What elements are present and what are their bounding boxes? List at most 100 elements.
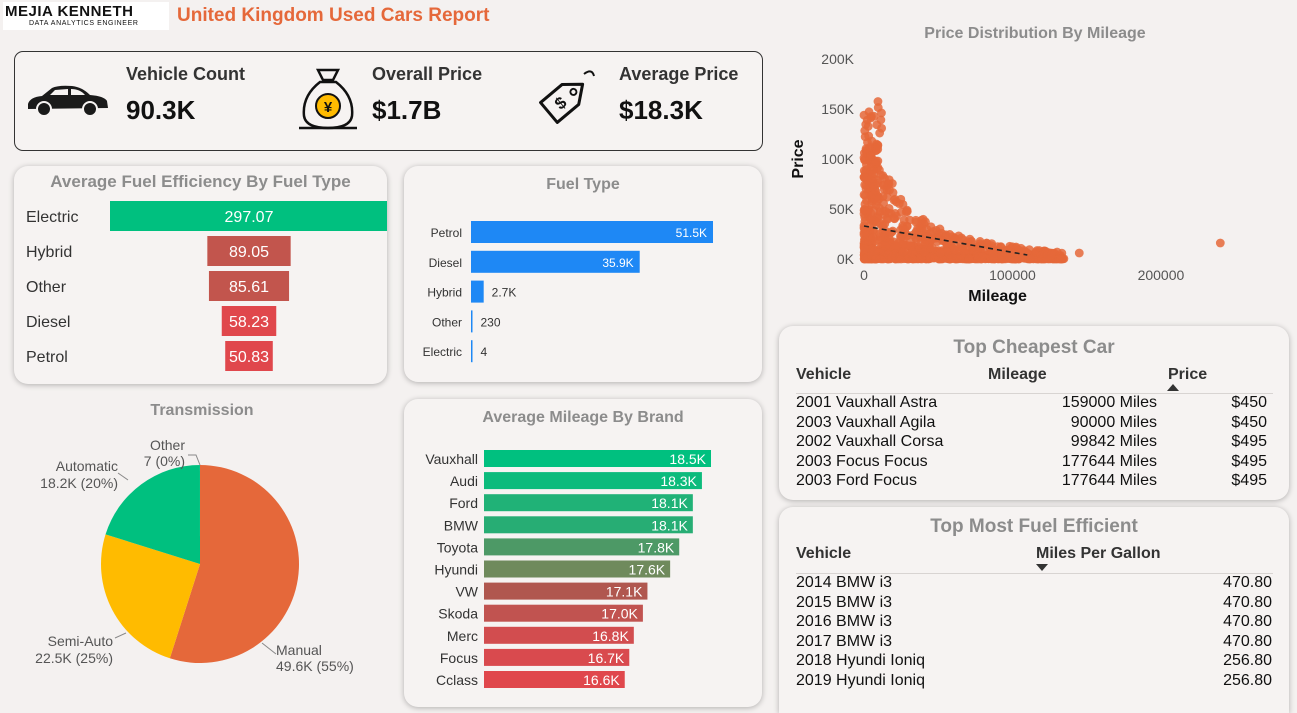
efficient-cell: 470.80 [1223, 574, 1272, 591]
fuel-efficiency-label: 50.83 [229, 349, 269, 366]
scatter-point [919, 247, 929, 257]
cheapest-card: Top Cheapest Car Vehicle Mileage Price 2… [779, 326, 1289, 500]
fuel-type-category: Electric [423, 345, 462, 359]
scatter-point [1056, 254, 1066, 264]
scatter-point [862, 160, 871, 170]
scatter-point [948, 253, 958, 263]
sort-ascending-icon[interactable] [1167, 384, 1179, 391]
scatter-point [964, 254, 974, 264]
fuel-type-bar [471, 310, 473, 333]
fuel-efficiency-label: 297.07 [225, 209, 274, 226]
fuel-efficiency-label: 58.23 [229, 314, 269, 331]
pie-label-name: Manual [276, 642, 322, 658]
scatter-points [859, 97, 1225, 264]
scatter-point [859, 221, 869, 230]
brand-label: 17.8K [638, 539, 675, 555]
kpi-average-price-label: Average Price [619, 64, 739, 84]
scatter-point [873, 97, 883, 106]
scatter-point [867, 170, 876, 179]
scatter-point [871, 156, 881, 166]
scatter-point [873, 144, 883, 154]
kpi-overall-price-label: Overall Price [372, 64, 483, 84]
scatter-point [859, 205, 869, 215]
cheapest-header-price[interactable]: Price [1168, 366, 1207, 384]
scatter-point [907, 248, 917, 258]
scatter-point [887, 253, 896, 263]
transmission-chart: Manual49.6K (55%) Semi-Auto22.5K (25%) Aut… [35, 437, 354, 674]
scatter-xlabel: Mileage [968, 288, 1027, 305]
fuel-efficiency-chart: Electric 297.07 Hybrid 89.05 Other 85.61 Diese… [26, 201, 387, 371]
cheapest-title: Top Cheapest Car [953, 337, 1115, 358]
pie-label-value: 49.6K (55%) [276, 658, 354, 674]
brand-label: 16.7K [588, 650, 625, 666]
scatter-point [898, 247, 908, 257]
leader-manual [261, 642, 277, 655]
cheapest-cell: $450 [1231, 413, 1267, 431]
cheapest-cell: 2003 Ford Focus [796, 472, 917, 489]
cheapest-cell: $495 [1231, 472, 1267, 489]
scatter-point [860, 191, 870, 201]
fuel-efficiency-category: Hybrid [26, 244, 72, 261]
efficient-cell: 470.80 [1223, 632, 1272, 650]
brand-category: Toyota [437, 539, 478, 555]
scatter-point [1074, 248, 1084, 258]
scatter-point [965, 234, 975, 244]
scatter-point [1047, 249, 1056, 258]
scatter-ylabel: Price [790, 139, 807, 178]
scatter-point [867, 136, 877, 146]
scatter-point [1215, 238, 1225, 248]
report-title: United Kingdom Used Cars Report [177, 5, 490, 26]
scatter-ytick: 200K [821, 51, 854, 67]
fuel-efficiency-category: Petrol [26, 349, 68, 366]
scatter-point [866, 214, 876, 224]
scatter-point [950, 245, 960, 255]
cheapest-header-vehicle[interactable]: Vehicle [796, 366, 851, 384]
price-tag-icon: $ [539, 70, 595, 124]
cheapest-cell: 99842 Miles [1070, 433, 1157, 450]
brand-label: 18.1K [651, 517, 688, 533]
efficient-cell: 2018 Hyundi Ioniq [796, 652, 925, 670]
scatter-point [926, 222, 936, 232]
leader-semi-auto [114, 632, 127, 639]
scatter-point [870, 185, 880, 195]
logo-sub: DATA ANALYTICS ENGINEER [29, 20, 139, 27]
transmission-title: Transmission [150, 402, 254, 419]
scatter-ytick: 100K [821, 151, 854, 167]
price-mileage-chart: 0K 50K 100K 150K 200K 0 100000 200000 Mileage Pri… [790, 51, 1225, 305]
scatter-point [876, 170, 886, 180]
efficient-header-mpg[interactable]: Miles Per Gallon [1036, 545, 1160, 563]
cheapest-cell: 177644 Miles [1061, 452, 1157, 470]
cheapest-cell: 90000 Miles [1070, 413, 1157, 431]
efficient-cell: 256.80 [1223, 652, 1272, 670]
scatter-point [987, 239, 997, 249]
efficient-cell: 2017 BMW i3 [796, 632, 893, 650]
kpi-panel: Vehicle Count 90.3K ¥ Overall Price $1.7… [14, 51, 763, 151]
logo-main: MEJIA KENNETH [5, 3, 134, 20]
scatter-xtick: 200000 [1138, 267, 1185, 283]
scatter-point [902, 206, 912, 216]
cheapest-cell: 2002 Vauxhall Corsa [796, 433, 944, 450]
efficient-cell: 2014 BMW i3 [796, 574, 893, 591]
fuel-type-category: Other [432, 315, 462, 329]
mileage-brand-chart: Vauxhall 18.5K Audi 18.3K Ford 18.1K BMW 18.1K T… [425, 450, 711, 688]
cheapest-header-mileage[interactable]: Mileage [988, 366, 1047, 384]
fuel-type-card: Fuel Type Petrol 51.5K Diesel 35.9K Hybrid 2.… [404, 166, 762, 382]
efficient-header-vehicle[interactable]: Vehicle [796, 545, 851, 563]
scatter-ytick: 0K [837, 251, 855, 267]
fuel-type-label: 4 [481, 345, 488, 359]
brand-category: Audi [450, 473, 478, 489]
scatter-point [871, 254, 881, 264]
sort-descending-icon[interactable] [1036, 564, 1048, 571]
cheapest-cell: 2001 Vauxhall Astra [796, 394, 938, 411]
efficient-cell: 2019 Hyundi Ioniq [796, 672, 925, 689]
scatter-point [935, 248, 945, 258]
fuel-type-chart: Petrol 51.5K Diesel 35.9K Hybrid 2.7K Other 230… [423, 221, 713, 363]
scatter-title: Price Distribution By Mileage [924, 25, 1146, 42]
kpi-vehicle-count-label: Vehicle Count [126, 64, 246, 84]
fuel-efficiency-category: Electric [26, 209, 78, 226]
scatter-point [978, 252, 987, 262]
scatter-point [870, 194, 880, 204]
brand-label: 16.6K [583, 672, 620, 688]
efficient-cell: 470.80 [1223, 593, 1272, 611]
scatter-ytick: 50K [829, 201, 855, 217]
